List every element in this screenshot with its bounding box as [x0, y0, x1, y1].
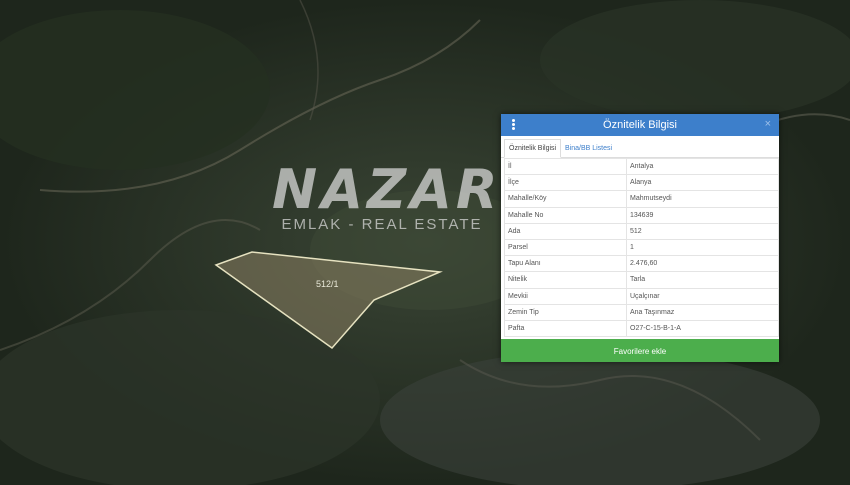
- row-key: İl: [504, 157, 627, 176]
- row-key: Mevkii: [504, 287, 627, 305]
- table-row: Mevkii Uçalçınar: [504, 287, 779, 305]
- row-key: Pafta: [504, 319, 627, 338]
- row-value: Mahmutseydi: [626, 190, 779, 208]
- table-row: İlçe Alanya: [504, 174, 779, 192]
- row-key: Ada: [504, 222, 627, 240]
- row-key: Mahalle/Köy: [504, 190, 627, 208]
- row-value: 134639: [626, 206, 779, 224]
- row-value: Uçalçınar: [626, 287, 779, 305]
- table-row: Parsel 1: [504, 238, 779, 257]
- add-to-favorites-button[interactable]: Favorilere ekle: [501, 339, 779, 362]
- panel-tabs: Öznitelik Bilgisi Bina/BB Listesi: [501, 136, 779, 158]
- row-key: Mahalle No: [504, 206, 627, 224]
- row-key: Tapu Alanı: [504, 255, 627, 273]
- panel-title: Öznitelik Bilgisi: [603, 119, 677, 131]
- table-row: Mahalle/Köy Mahmutseydi: [504, 190, 779, 208]
- row-value: Tarla: [626, 271, 779, 289]
- row-key: İlçe: [504, 174, 627, 192]
- table-row: Ada 512: [504, 222, 779, 240]
- close-icon[interactable]: ×: [765, 118, 771, 130]
- row-value: O27-C-15-B-1-A: [626, 319, 779, 338]
- attribute-table: İl Antalya İlçe Alanya Mahalle/Köy Mahmutse…: [504, 157, 779, 338]
- row-key: Zemin Tip: [504, 303, 627, 321]
- row-value: 512: [626, 222, 779, 240]
- parcel-label: 512/1: [316, 279, 339, 289]
- table-row: İl Antalya: [504, 157, 779, 176]
- row-value: Ana Taşınmaz: [626, 303, 779, 321]
- tab-attribute-info[interactable]: Öznitelik Bilgisi: [504, 139, 562, 158]
- tab-building-list[interactable]: Bina/BB Listesi: [561, 140, 616, 157]
- row-key: Parsel: [504, 238, 627, 257]
- table-row: Pafta O27-C-15-B-1-A: [504, 319, 779, 338]
- table-row: Mahalle No 134639: [504, 206, 779, 224]
- table-row: Tapu Alanı 2.476,60: [504, 255, 779, 273]
- row-value: 2.476,60: [626, 255, 779, 273]
- attribute-info-panel: Öznitelik Bilgisi × Öznitelik Bilgisi Bi…: [501, 114, 779, 362]
- table-row: Zemin Tip Ana Taşınmaz: [504, 303, 779, 321]
- row-value: Antalya: [626, 157, 779, 176]
- row-value: Alanya: [626, 174, 779, 192]
- row-value: 1: [626, 238, 779, 257]
- table-row: Nitelik Tarla: [504, 271, 779, 289]
- row-key: Nitelik: [504, 271, 627, 289]
- panel-header: Öznitelik Bilgisi ×: [501, 114, 779, 136]
